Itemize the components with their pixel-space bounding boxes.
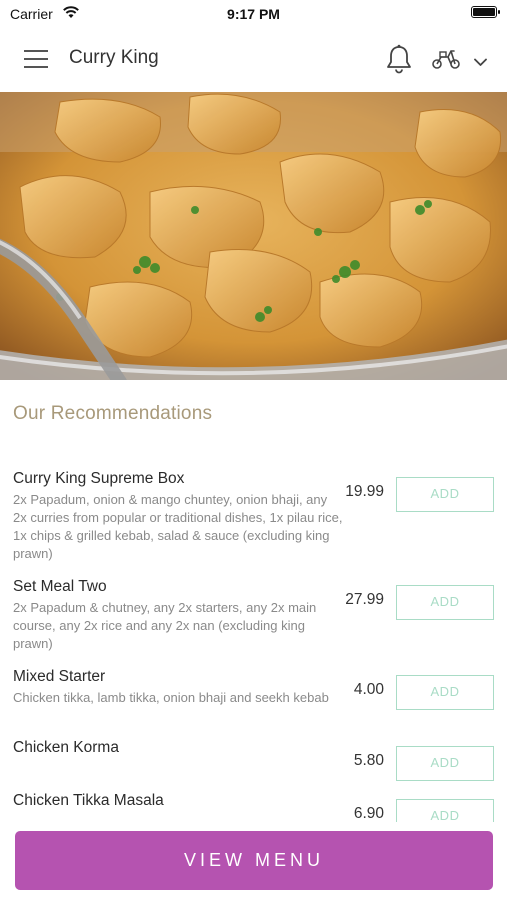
item-price: 19.99	[345, 483, 384, 500]
item-description: 2x Papadum & chutney, any 2x starters, a…	[13, 600, 317, 651]
item-price: 5.80	[353, 752, 384, 769]
scooter-icon[interactable]	[431, 48, 461, 75]
hamburger-menu-icon[interactable]	[24, 50, 48, 68]
status-time: 9:17 PM	[227, 6, 280, 22]
app-header: Curry King	[0, 28, 507, 92]
add-button[interactable]: ADD	[396, 799, 494, 822]
item-description: Chicken tikka, lamb tikka, onion bhaji a…	[13, 690, 329, 705]
app-title: Curry King	[69, 47, 159, 68]
status-bar: Carrier 9:17 PM	[0, 0, 507, 28]
recommendations-title: Our Recommendations	[13, 403, 213, 424]
item-name: Chicken Tikka Masala	[13, 792, 164, 809]
add-button[interactable]: ADD	[396, 746, 494, 781]
chevron-down-icon[interactable]	[474, 54, 487, 72]
bell-icon[interactable]	[385, 44, 413, 79]
item-name: Curry King Supreme Box	[13, 470, 185, 487]
recommendations-list: Curry King Supreme Box 2x Papadum, onion…	[0, 462, 507, 822]
add-button[interactable]: ADD	[396, 585, 494, 620]
item-price: 27.99	[345, 591, 384, 608]
hero-food-image	[0, 92, 507, 380]
add-button[interactable]: ADD	[396, 477, 494, 512]
item-price: 6.90	[353, 805, 384, 822]
item-name: Mixed Starter	[13, 668, 106, 685]
battery-icon	[471, 6, 500, 18]
item-name: Set Meal Two	[13, 578, 107, 595]
view-menu-button[interactable]: VIEW MENU	[15, 831, 493, 890]
item-description: 2x Papadum, onion & mango chuntey, onion…	[13, 492, 343, 561]
add-button[interactable]: ADD	[396, 675, 494, 710]
item-name: Chicken Korma	[13, 739, 119, 756]
item-price: 4.00	[353, 681, 384, 698]
